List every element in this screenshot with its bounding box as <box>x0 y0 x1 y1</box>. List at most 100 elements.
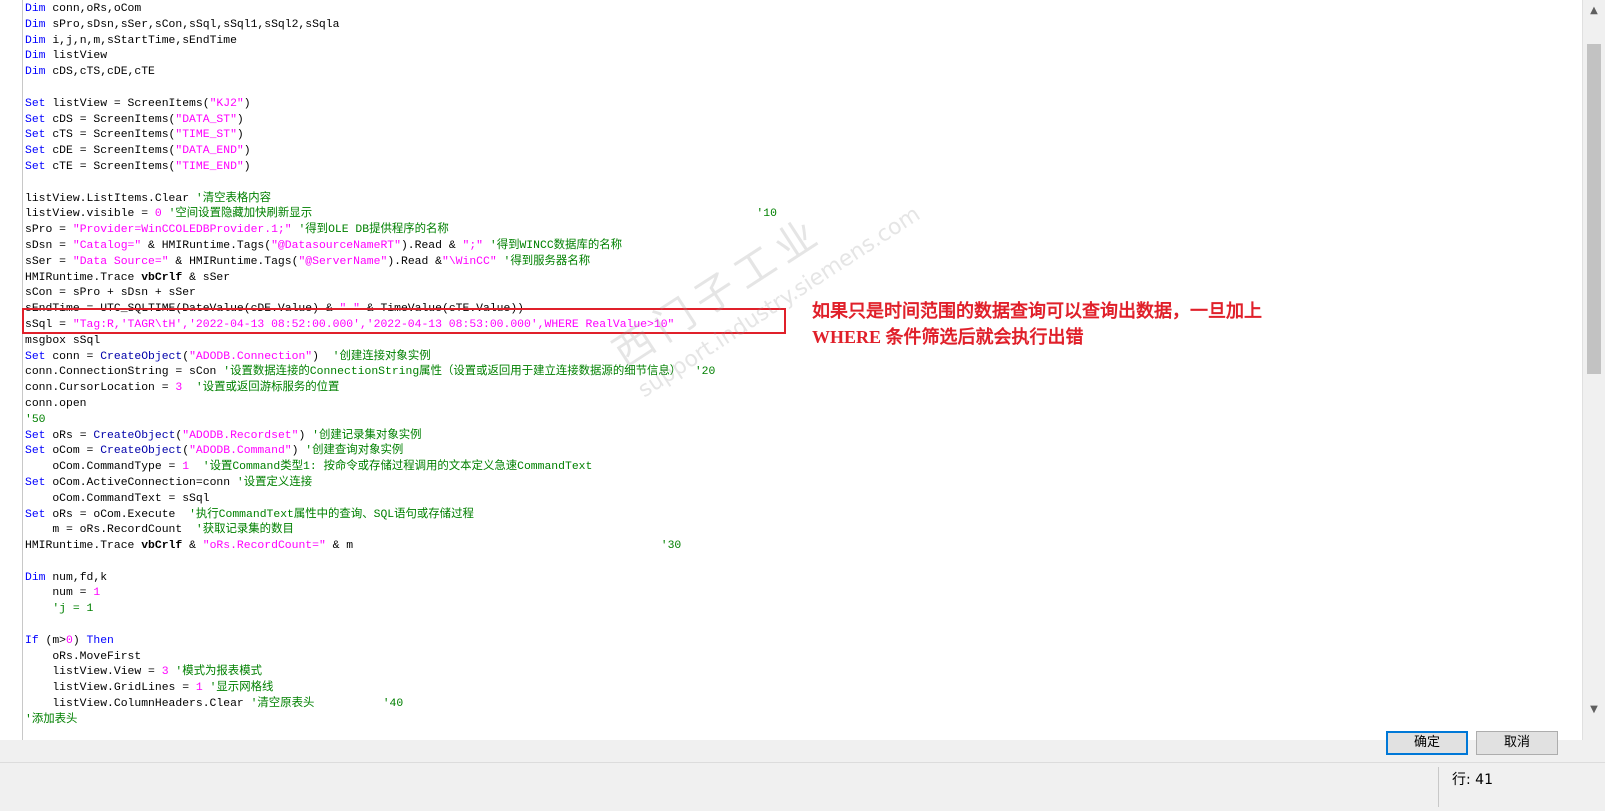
scroll-up-icon[interactable]: ▲ <box>1586 3 1602 19</box>
code-line[interactable]: Set oRs = CreateObject("ADODB.Recordset"… <box>25 429 1583 445</box>
code-line[interactable]: msgbox sSql <box>25 334 1583 350</box>
code-token: listView <box>45 50 108 63</box>
code-line[interactable]: Dim i,j,n,m,sStartTime,sEndTime <box>25 34 1583 50</box>
code-line[interactable]: Set cTE = ScreenItems("TIME_END") <box>25 160 1583 176</box>
code-token: Set <box>25 508 46 521</box>
code-token: "Provider=WinCCOLEDBProvider.1;" <box>72 224 292 237</box>
code-line[interactable]: oCom.CommandType = 1 '设置Command类型1: 按命令或… <box>25 460 1583 476</box>
code-token: "oRs.RecordCount=" <box>202 540 326 553</box>
code-line[interactable]: sCon = sPro + sDsn + sSer <box>25 286 1583 302</box>
code-token: cDE = ScreenItems( <box>45 145 176 158</box>
code-token: oRs = <box>45 429 94 442</box>
code-line[interactable]: Dim listView <box>25 49 1583 65</box>
code-token: (m> <box>38 634 67 647</box>
code-line[interactable] <box>25 176 1583 192</box>
code-line[interactable]: conn.ConnectionString = sCon '设置数据连接的Con… <box>25 365 1583 381</box>
code-token: '设置数据连接的ConnectionString属性（设置或返回用于建立连接数据… <box>223 366 716 379</box>
code-token: '创建连接对象实例 <box>332 350 431 363</box>
code-line[interactable]: oCom.CommandText = sSql <box>25 492 1583 508</box>
code-line[interactable]: Dim sPro,sDsn,sSer,sCon,sSql,sSql1,sSql2… <box>25 18 1583 34</box>
code-area[interactable]: Dim conn,oRs,oCom Dim sPro,sDsn,sSer,sCon… <box>25 2 1583 729</box>
code-line[interactable]: HMIRuntime.Trace vbCrlf & "oRs.RecordCou… <box>25 539 1583 555</box>
code-editor[interactable]: Dim conn,oRs,oCom Dim sPro,sDsn,sSer,sCon… <box>0 0 1584 740</box>
scroll-down-icon[interactable]: ▼ <box>1586 702 1602 718</box>
code-token: "Catalog=" <box>72 239 142 252</box>
code-line[interactable] <box>25 81 1583 97</box>
code-line[interactable]: oRs.MoveFirst <box>25 650 1583 666</box>
code-token: Dim <box>25 34 46 47</box>
code-token: "TIME_ST" <box>175 129 237 142</box>
code-line[interactable]: listView.GridLines = 1 '显示网格线 <box>25 681 1583 697</box>
code-token: Dim <box>25 18 46 31</box>
code-token: cTE = ScreenItems( <box>45 160 176 173</box>
code-token: ) <box>72 634 87 647</box>
code-token: m = oRs.RecordCount <box>25 524 196 537</box>
code-token: sPro,sDsn,sSer,sCon,sSql,sSql1,sSql2,sSq… <box>45 18 340 31</box>
code-token: '添加表头 <box>25 713 78 726</box>
cancel-button[interactable]: 取消 <box>1476 731 1558 755</box>
code-line[interactable]: sPro = "Provider=WinCCOLEDBProvider.1;" … <box>25 223 1583 239</box>
code-token: ).Read & <box>387 255 442 268</box>
code-token: oCom = <box>45 445 101 458</box>
ok-button[interactable]: 确定 <box>1386 731 1468 755</box>
code-token: 'j = 1 <box>52 603 94 616</box>
code-line[interactable]: Set oCom.ActiveConnection=conn '设置定义连接 <box>25 476 1583 492</box>
code-token: "DATA_END" <box>175 145 244 158</box>
code-token: conn,oRs,oCom <box>45 3 142 15</box>
code-line[interactable]: If (m>0) Then <box>25 634 1583 650</box>
code-token: "TIME_END" <box>175 160 244 173</box>
code-token: Set <box>25 129 46 142</box>
code-token: Set <box>25 445 46 458</box>
code-line[interactable]: listView.ListItems.Clear '清空表格内容 <box>25 192 1583 208</box>
code-token: '空间设置隐藏加快刷新显示 '10 <box>168 208 777 221</box>
code-line[interactable]: conn.CursorLocation = 3 '设置或返回游标服务的位置 <box>25 381 1583 397</box>
vertical-scrollbar[interactable]: ▲ ▼ <box>1582 0 1605 740</box>
code-line[interactable]: Set cDS = ScreenItems("DATA_ST") <box>25 113 1583 129</box>
code-line[interactable]: HMIRuntime.Trace vbCrlf & sSer <box>25 271 1583 287</box>
code-line[interactable]: Dim conn,oRs,oCom <box>25 2 1583 18</box>
code-line[interactable]: Set conn = CreateObject("ADODB.Connectio… <box>25 350 1583 366</box>
line-number: 41 <box>1475 772 1493 788</box>
code-line[interactable]: m = oRs.RecordCount '获取记录集的数目 <box>25 523 1583 539</box>
code-token: "ADODB.Command" <box>189 445 292 458</box>
code-token: Dim <box>25 571 46 584</box>
code-token: ) <box>291 445 306 458</box>
code-token: listView.View = <box>25 666 162 679</box>
code-line[interactable] <box>25 555 1583 571</box>
code-token: num,fd,k <box>45 571 108 584</box>
code-line[interactable]: Dim cDS,cTS,cDE,cTE <box>25 65 1583 81</box>
error-annotation: 如果只是时间范围的数据查询可以查询出数据，一旦加上WHERE 条件筛选后就会执行… <box>812 301 1262 347</box>
code-line[interactable] <box>25 618 1583 634</box>
code-token: ) <box>236 129 244 142</box>
code-line[interactable]: listView.View = 3 '模式为报表模式 <box>25 665 1583 681</box>
code-token: & m <box>325 540 661 553</box>
code-line[interactable]: 'j = 1 <box>25 602 1583 618</box>
code-line[interactable]: sSer = "Data Source=" & HMIRuntime.Tags(… <box>25 255 1583 271</box>
code-token: Dim <box>25 3 46 15</box>
code-token: "ADODB.Recordset" <box>182 429 299 442</box>
scroll-thumb[interactable] <box>1587 44 1601 374</box>
code-line[interactable]: conn.open <box>25 397 1583 413</box>
code-line[interactable]: Set cTS = ScreenItems("TIME_ST") <box>25 128 1583 144</box>
code-line[interactable]: num = 1 <box>25 586 1583 602</box>
code-token: cDS,cTS,cDE,cTE <box>45 66 155 79</box>
code-line[interactable]: '添加表头 <box>25 713 1583 729</box>
code-line[interactable]: Set cDE = ScreenItems("DATA_END") <box>25 144 1583 160</box>
code-token: ) <box>243 97 251 110</box>
code-token: num = <box>25 587 94 600</box>
code-token: & HMIRuntime.Tags( <box>141 239 272 252</box>
code-line[interactable]: '50 <box>25 413 1583 429</box>
code-token: oRs = oCom.Execute <box>45 508 190 521</box>
code-token: "@ServerName" <box>298 255 388 268</box>
code-line[interactable]: Set oCom = CreateObject("ADODB.Command")… <box>25 444 1583 460</box>
code-token: Set <box>25 145 46 158</box>
code-token: '创建记录集对象实例 <box>312 429 422 442</box>
code-line[interactable]: listView.visible = 0 '空间设置隐藏加快刷新显示 '10 <box>25 207 1583 223</box>
code-token: sSer = <box>25 255 73 268</box>
code-line[interactable]: sDsn = "Catalog=" & HMIRuntime.Tags("@Da… <box>25 239 1583 255</box>
code-line[interactable]: Dim num,fd,k <box>25 571 1583 587</box>
code-token: sDsn = <box>25 239 73 252</box>
code-line[interactable]: Set listView = ScreenItems("KJ2") <box>25 97 1583 113</box>
code-line[interactable]: listView.ColumnHeaders.Clear '清空原表头 '40 <box>25 697 1583 713</box>
code-line[interactable]: Set oRs = oCom.Execute '执行CommandText属性中… <box>25 508 1583 524</box>
